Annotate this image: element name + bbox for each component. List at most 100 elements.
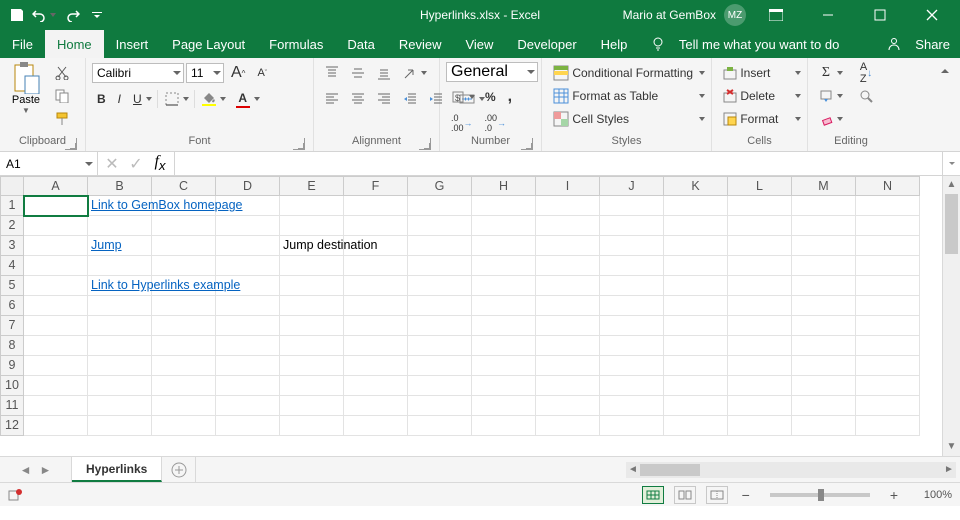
column-header[interactable]: I bbox=[536, 176, 600, 196]
cell-I6[interactable] bbox=[536, 296, 600, 316]
cell-D3[interactable] bbox=[216, 236, 280, 256]
maximize-icon[interactable] bbox=[858, 0, 902, 30]
cell-L12[interactable] bbox=[728, 416, 792, 436]
accounting-format-icon[interactable]: $ bbox=[446, 86, 478, 108]
tab-data[interactable]: Data bbox=[335, 30, 386, 58]
column-header[interactable]: A bbox=[24, 176, 88, 196]
hyperlink[interactable]: Link to Hyperlinks example bbox=[91, 278, 240, 292]
cell-M9[interactable] bbox=[792, 356, 856, 376]
save-icon[interactable] bbox=[8, 6, 26, 24]
cell-K12[interactable] bbox=[664, 416, 728, 436]
column-header[interactable]: B bbox=[88, 176, 152, 196]
cell-A2[interactable] bbox=[24, 216, 88, 236]
redo-icon[interactable] bbox=[64, 6, 82, 24]
cell-G5[interactable] bbox=[408, 276, 472, 296]
clear-icon[interactable] bbox=[814, 108, 846, 130]
cell-M8[interactable] bbox=[792, 336, 856, 356]
autosum-icon[interactable]: Σ bbox=[814, 62, 846, 84]
cell-C4[interactable] bbox=[152, 256, 216, 276]
row-header[interactable]: 2 bbox=[0, 216, 24, 236]
row-header[interactable]: 12 bbox=[0, 416, 24, 436]
cell-J9[interactable] bbox=[600, 356, 664, 376]
cell-M11[interactable] bbox=[792, 396, 856, 416]
row-header[interactable]: 1 bbox=[0, 196, 24, 216]
hyperlink[interactable]: Jump bbox=[91, 238, 122, 252]
cell-L10[interactable] bbox=[728, 376, 792, 396]
cell-H2[interactable] bbox=[472, 216, 536, 236]
cell-H10[interactable] bbox=[472, 376, 536, 396]
cell-K4[interactable] bbox=[664, 256, 728, 276]
tab-file[interactable]: File bbox=[0, 30, 45, 58]
tab-home[interactable]: Home bbox=[45, 30, 104, 58]
cell-C8[interactable] bbox=[152, 336, 216, 356]
bold-button[interactable]: B bbox=[92, 88, 111, 110]
scroll-thumb[interactable] bbox=[945, 194, 958, 254]
sheet-prev-icon[interactable]: ◄ bbox=[20, 463, 32, 477]
cell-E5[interactable] bbox=[280, 276, 344, 296]
cell-I11[interactable] bbox=[536, 396, 600, 416]
hyperlink[interactable]: Link to GemBox homepage bbox=[91, 198, 242, 212]
collapse-ribbon-icon[interactable] bbox=[936, 62, 954, 80]
cell-M10[interactable] bbox=[792, 376, 856, 396]
alignment-dialog-launcher[interactable] bbox=[419, 138, 431, 150]
cell-N6[interactable] bbox=[856, 296, 920, 316]
copy-icon[interactable] bbox=[50, 85, 74, 107]
qat-customize-icon[interactable] bbox=[88, 6, 106, 24]
sheet-tab-active[interactable]: Hyperlinks bbox=[72, 457, 162, 482]
cell-D11[interactable] bbox=[216, 396, 280, 416]
cell-N1[interactable] bbox=[856, 196, 920, 216]
cell-A11[interactable] bbox=[24, 396, 88, 416]
insert-cells-button[interactable]: Insert bbox=[718, 62, 804, 84]
column-header[interactable]: N bbox=[856, 176, 920, 196]
avatar[interactable]: MZ bbox=[724, 4, 746, 26]
format-as-table-button[interactable]: Format as Table bbox=[548, 85, 708, 107]
cell-M2[interactable] bbox=[792, 216, 856, 236]
cell-K6[interactable] bbox=[664, 296, 728, 316]
cell-I3[interactable] bbox=[536, 236, 600, 256]
cell-H5[interactable] bbox=[472, 276, 536, 296]
cell-G8[interactable] bbox=[408, 336, 472, 356]
signed-in-user[interactable]: Mario at GemBox bbox=[623, 8, 716, 22]
cell-K11[interactable] bbox=[664, 396, 728, 416]
cell-C6[interactable] bbox=[152, 296, 216, 316]
font-name-input[interactable]: Calibri bbox=[92, 63, 184, 83]
align-top-icon[interactable] bbox=[320, 62, 344, 84]
find-select-icon[interactable] bbox=[854, 85, 878, 107]
cell-F6[interactable] bbox=[344, 296, 408, 316]
increase-font-icon[interactable]: A^ bbox=[226, 62, 250, 84]
cell-styles-button[interactable]: Cell Styles bbox=[548, 108, 708, 130]
insert-function-icon[interactable]: fx bbox=[150, 154, 170, 174]
cell-D12[interactable] bbox=[216, 416, 280, 436]
cell-M4[interactable] bbox=[792, 256, 856, 276]
cell-B1[interactable]: Link to GemBox homepage bbox=[88, 196, 152, 216]
cell-L1[interactable] bbox=[728, 196, 792, 216]
sort-filter-icon[interactable]: AZ↓ bbox=[854, 62, 878, 84]
align-left-icon[interactable] bbox=[320, 88, 344, 110]
cell-M3[interactable] bbox=[792, 236, 856, 256]
cell-G3[interactable] bbox=[408, 236, 472, 256]
sheet-next-icon[interactable]: ► bbox=[40, 463, 52, 477]
column-header[interactable]: G bbox=[408, 176, 472, 196]
cell-B7[interactable] bbox=[88, 316, 152, 336]
cell-F7[interactable] bbox=[344, 316, 408, 336]
cell-A9[interactable] bbox=[24, 356, 88, 376]
cell-F4[interactable] bbox=[344, 256, 408, 276]
font-dialog-launcher[interactable] bbox=[293, 138, 305, 150]
cell-D10[interactable] bbox=[216, 376, 280, 396]
cell-F12[interactable] bbox=[344, 416, 408, 436]
conditional-formatting-button[interactable]: Conditional Formatting bbox=[548, 62, 708, 84]
cell-L7[interactable] bbox=[728, 316, 792, 336]
tab-formulas[interactable]: Formulas bbox=[257, 30, 335, 58]
cell-D2[interactable] bbox=[216, 216, 280, 236]
cell-I7[interactable] bbox=[536, 316, 600, 336]
increase-decimal-icon[interactable]: .0.00→ bbox=[446, 112, 478, 134]
cell-I10[interactable] bbox=[536, 376, 600, 396]
macro-record-icon[interactable] bbox=[8, 488, 22, 502]
cell-L4[interactable] bbox=[728, 256, 792, 276]
clipboard-dialog-launcher[interactable] bbox=[65, 138, 77, 150]
cell-C3[interactable] bbox=[152, 236, 216, 256]
cell-G7[interactable] bbox=[408, 316, 472, 336]
tell-me-input[interactable]: Tell me what you want to do bbox=[679, 37, 839, 52]
cell-K9[interactable] bbox=[664, 356, 728, 376]
cell-E7[interactable] bbox=[280, 316, 344, 336]
